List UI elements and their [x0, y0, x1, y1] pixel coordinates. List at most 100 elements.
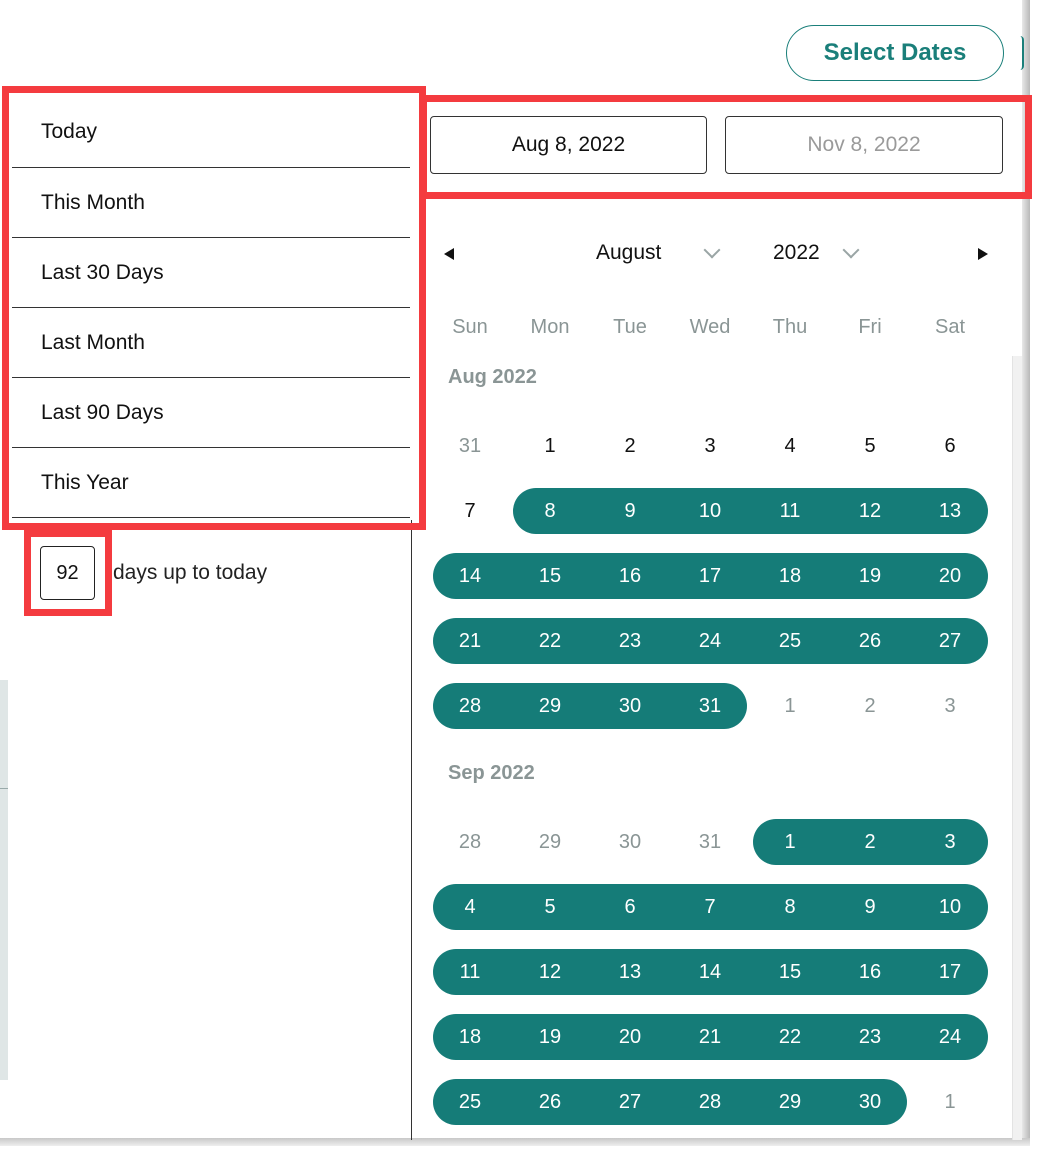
chevron-down-icon[interactable] — [703, 241, 721, 259]
calendar-day[interactable]: 6 — [590, 884, 670, 930]
calendar-day[interactable]: 12 — [510, 949, 590, 995]
calendar-day[interactable]: 3 — [910, 683, 990, 729]
calendar-day[interactable]: 28 — [670, 1079, 750, 1125]
calendar-day[interactable]: 30 — [590, 819, 670, 865]
calendar-week: 7 8 9 10 11 12 13 — [430, 488, 992, 536]
highlight-presets — [2, 86, 426, 530]
chevron-down-icon[interactable] — [842, 241, 860, 259]
calendar-day[interactable]: 20 — [910, 553, 990, 599]
calendar-day[interactable]: 20 — [590, 1014, 670, 1060]
days-suffix-label: days up to today — [113, 561, 268, 584]
calendar-day[interactable]: 26 — [830, 618, 910, 664]
calendar-day[interactable]: 24 — [910, 1014, 990, 1060]
calendar-day[interactable]: 25 — [430, 1079, 510, 1125]
month-section-label: Aug 2022 — [448, 366, 537, 388]
calendar-day[interactable]: 2 — [830, 683, 910, 729]
calendar-day[interactable]: 16 — [590, 553, 670, 599]
calendar-day[interactable]: 21 — [430, 618, 510, 664]
highlight-date-fields — [420, 95, 1032, 199]
calendar-day[interactable]: 1 — [510, 423, 590, 469]
weekday-label: Sat — [934, 316, 966, 338]
calendar-day[interactable]: 11 — [430, 949, 510, 995]
month-select[interactable]: August — [596, 241, 661, 265]
calendar-day[interactable]: 2 — [590, 423, 670, 469]
calendar-day[interactable]: 1 — [750, 819, 830, 865]
calendar-day[interactable]: 18 — [430, 1014, 510, 1060]
weekday-label: Tue — [613, 316, 647, 338]
calendar-day[interactable]: 29 — [750, 1079, 830, 1125]
weekday-label: Wed — [689, 316, 731, 338]
calendar-day[interactable]: 13 — [590, 949, 670, 995]
calendar-day[interactable]: 31 — [670, 819, 750, 865]
calendar-day[interactable]: 28 — [430, 819, 510, 865]
calendar-day[interactable]: 22 — [750, 1014, 830, 1060]
calendar-day[interactable]: 31 — [670, 683, 750, 729]
select-dates-button[interactable]: Select Dates — [786, 25, 1004, 81]
calendar-day[interactable]: 17 — [670, 553, 750, 599]
calendar-week: 18 19 20 21 22 23 24 — [430, 1014, 992, 1062]
calendar-day[interactable]: 19 — [830, 553, 910, 599]
calendar-day[interactable]: 18 — [750, 553, 830, 599]
calendar-day[interactable]: 2 — [830, 819, 910, 865]
prev-month-icon[interactable] — [444, 248, 454, 260]
calendar-day[interactable]: 1 — [750, 683, 830, 729]
calendar-day[interactable]: 9 — [590, 488, 670, 534]
weekday-label: Fri — [858, 316, 882, 338]
calendar-day[interactable]: 12 — [830, 488, 910, 534]
calendar-day[interactable]: 1 — [910, 1079, 990, 1125]
calendar-week: 11 12 13 14 15 16 17 — [430, 949, 992, 997]
calendar-day[interactable]: 24 — [670, 618, 750, 664]
calendar-day[interactable]: 17 — [910, 949, 990, 995]
calendar-day[interactable]: 13 — [910, 488, 990, 534]
calendar-week: 28 29 30 31 1 2 3 — [430, 683, 992, 731]
calendar-day[interactable]: 9 — [830, 884, 910, 930]
next-month-icon[interactable] — [978, 248, 988, 260]
calendar-day[interactable]: 30 — [590, 683, 670, 729]
calendar-day[interactable]: 7 — [670, 884, 750, 930]
calendar-day[interactable]: 4 — [430, 884, 510, 930]
calendar-day[interactable]: 14 — [670, 949, 750, 995]
calendar-day[interactable]: 3 — [910, 819, 990, 865]
calendar-day[interactable]: 26 — [510, 1079, 590, 1125]
calendar-day[interactable]: 29 — [510, 819, 590, 865]
partial-button-edge — [1020, 36, 1024, 70]
calendar-day[interactable]: 16 — [830, 949, 910, 995]
calendar-day[interactable]: 5 — [830, 423, 910, 469]
calendar-day[interactable]: 11 — [750, 488, 830, 534]
calendar-day[interactable]: 30 — [830, 1079, 910, 1125]
background-strip — [0, 680, 8, 1080]
calendar-day[interactable]: 8 — [510, 488, 590, 534]
calendar-week: 21 22 23 24 25 26 27 — [430, 618, 992, 666]
calendar-day[interactable]: 7 — [430, 488, 510, 534]
calendar-day[interactable]: 5 — [510, 884, 590, 930]
calendar-day[interactable]: 6 — [910, 423, 990, 469]
weekday-label: Sun — [452, 316, 488, 338]
calendar-day[interactable]: 4 — [750, 423, 830, 469]
panel-divider — [411, 520, 412, 1140]
calendar-day[interactable]: 25 — [750, 618, 830, 664]
calendar-day[interactable]: 29 — [510, 683, 590, 729]
calendar-day[interactable]: 19 — [510, 1014, 590, 1060]
calendar-day[interactable]: 23 — [590, 618, 670, 664]
calendar-day[interactable]: 28 — [430, 683, 510, 729]
calendar-day[interactable]: 10 — [670, 488, 750, 534]
calendar-week: 28 29 30 31 1 2 3 — [430, 819, 992, 867]
calendar-day[interactable]: 22 — [510, 618, 590, 664]
calendar-day[interactable]: 23 — [830, 1014, 910, 1060]
year-select[interactable]: 2022 — [773, 241, 820, 265]
calendar-day[interactable]: 15 — [750, 949, 830, 995]
calendar-day[interactable]: 3 — [670, 423, 750, 469]
calendar-day[interactable]: 15 — [510, 553, 590, 599]
window-shadow-bottom — [0, 1138, 1030, 1146]
calendar-day[interactable]: 14 — [430, 553, 510, 599]
calendar-scrollbar[interactable] — [1012, 356, 1022, 1140]
calendar-day[interactable]: 27 — [910, 618, 990, 664]
highlight-days-input — [24, 530, 112, 616]
calendar-week: 14 15 16 17 18 19 20 — [430, 553, 992, 601]
calendar-day[interactable]: 8 — [750, 884, 830, 930]
calendar-day[interactable]: 10 — [910, 884, 990, 930]
month-section-label: Sep 2022 — [448, 762, 535, 784]
calendar-day[interactable]: 27 — [590, 1079, 670, 1125]
calendar-day[interactable]: 31 — [430, 423, 510, 469]
calendar-day[interactable]: 21 — [670, 1014, 750, 1060]
